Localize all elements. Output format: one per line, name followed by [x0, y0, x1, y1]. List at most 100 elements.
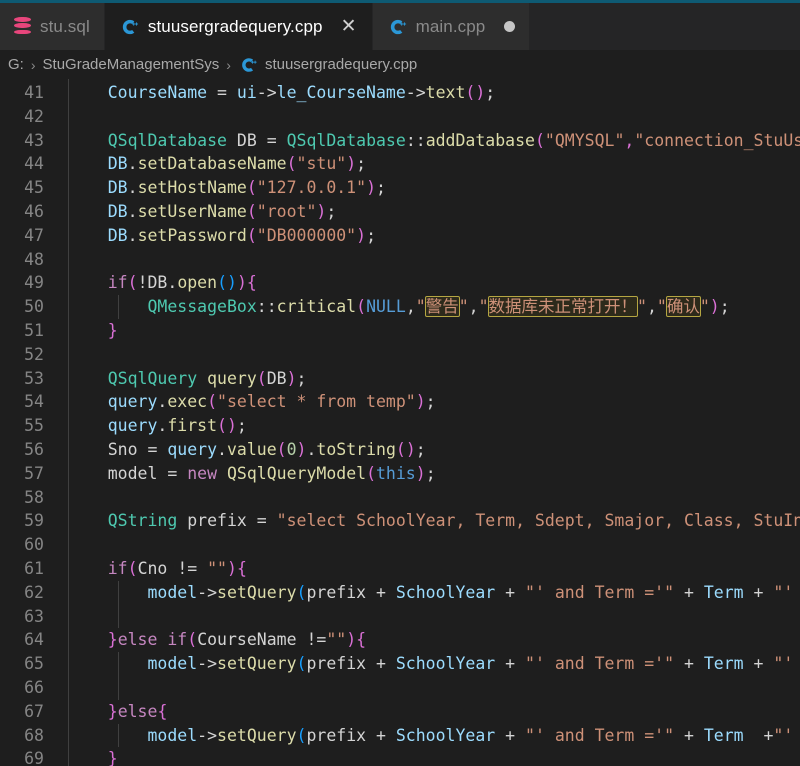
- line-number: 42: [24, 106, 44, 126]
- code-line[interactable]: 46 DB.setUserName("root");: [0, 200, 800, 224]
- code-line[interactable]: 50 QMessageBox::critical(NULL,"警告","数据库未…: [0, 295, 800, 319]
- code-token: ): [227, 273, 237, 293]
- code-token: Term: [703, 654, 744, 674]
- code-line[interactable]: 57 model = new QSqlQueryModel(this);: [0, 462, 800, 486]
- editor-tab-main-cpp[interactable]: main.cpp: [372, 3, 531, 50]
- code-token: setHostName: [137, 178, 247, 198]
- code-content[interactable]: 41 CourseName = ui->le_CourseName->text(…: [0, 79, 800, 766]
- highlighted-string-literal: 确认: [665, 296, 701, 318]
- code-line[interactable]: 55 query.first();: [0, 414, 800, 438]
- code-token: setPassword: [137, 225, 247, 245]
- code-line[interactable]: 45 DB.setHostName("127.0.0.1");: [0, 176, 800, 200]
- code-text[interactable]: QSqlQuery query(DB);: [58, 367, 800, 391]
- code-token: if: [167, 630, 188, 650]
- code-line[interactable]: 49 if(!DB.open()){: [0, 271, 800, 295]
- code-token: prefix: [306, 654, 376, 674]
- code-line[interactable]: 43 QSqlDatabase DB = QSqlDatabase::addDa…: [0, 129, 800, 153]
- code-text[interactable]: query.first();: [58, 414, 800, 438]
- code-editor[interactable]: 41 CourseName = ui->le_CourseName->text(…: [0, 79, 800, 766]
- code-token: (: [217, 416, 227, 436]
- code-text[interactable]: QSqlDatabase DB = QSqlDatabase::addDatab…: [58, 129, 800, 153]
- code-token: "DB000000": [256, 225, 357, 245]
- code-line[interactable]: 59 QString prefix = "select SchoolYear, …: [0, 509, 800, 533]
- code-token: (: [286, 154, 297, 174]
- code-token: ): [475, 83, 486, 102]
- code-line[interactable]: 48: [0, 248, 800, 272]
- code-text[interactable]: DB.setDatabaseName("stu");: [58, 152, 800, 176]
- code-line[interactable]: 54 query.exec("select * from temp");: [0, 390, 800, 414]
- code-text[interactable]: }else{: [58, 700, 800, 724]
- code-line[interactable]: 60: [0, 533, 800, 557]
- code-token: "connection_StuUser: [634, 130, 800, 150]
- code-line[interactable]: 58: [0, 486, 800, 510]
- code-text[interactable]: model->setQuery(prefix + SchoolYear + "'…: [58, 581, 800, 605]
- code-token: DB: [107, 178, 128, 198]
- code-token: Sno: [107, 439, 148, 459]
- editor-tab-stuusergradequery-cpp[interactable]: stuusergradequery.cpp ✕: [104, 0, 373, 50]
- unsaved-changes-icon[interactable]: [504, 21, 516, 32]
- code-line[interactable]: 67 }else{: [0, 700, 800, 724]
- code-text[interactable]: }: [58, 747, 800, 766]
- code-line[interactable]: 44 DB.setDatabaseName("stu");: [0, 152, 800, 176]
- code-token: ,: [646, 297, 657, 317]
- code-line[interactable]: 56 Sno = query.value(0).toString();: [0, 438, 800, 462]
- code-line[interactable]: 61 if(Cno != ""){: [0, 557, 800, 581]
- code-text[interactable]: if(!DB.open()){: [58, 271, 800, 295]
- tab-label: stu.sql: [40, 16, 90, 36]
- code-line[interactable]: 62 model->setQuery(prefix + SchoolYear +…: [0, 581, 800, 605]
- code-text[interactable]: if(Cno != ""){: [58, 557, 800, 581]
- code-text[interactable]: CourseName = ui->le_CourseName->text();: [58, 81, 800, 105]
- code-token: ): [346, 630, 357, 650]
- line-number: 48: [24, 249, 44, 269]
- code-token: 0: [286, 439, 297, 459]
- code-text[interactable]: QMessageBox::critical(NULL,"警告","数据库未正常打…: [58, 295, 800, 319]
- code-token: NULL: [366, 297, 406, 317]
- code-text[interactable]: }else if(CourseName !=""){: [58, 628, 800, 652]
- breadcrumb-item-1[interactable]: StuGradeManagementSys: [43, 56, 220, 73]
- code-text[interactable]: model = new QSqlQueryModel(this);: [58, 462, 800, 486]
- code-text[interactable]: DB.setHostName("127.0.0.1");: [58, 176, 800, 200]
- code-line[interactable]: 63: [0, 605, 800, 629]
- code-line[interactable]: 69 }: [0, 747, 800, 766]
- editor-tab-stu-sql[interactable]: stu.sql: [0, 3, 105, 50]
- code-token: ;: [326, 201, 337, 221]
- code-token: this: [376, 463, 416, 483]
- code-text[interactable]: query.exec("select * from temp");: [58, 390, 800, 414]
- breadcrumb-item-0[interactable]: G:: [8, 56, 24, 73]
- code-line[interactable]: 68 model->setQuery(prefix + SchoolYear +…: [0, 724, 800, 748]
- line-number: 65: [24, 654, 44, 674]
- code-token: +: [376, 725, 396, 745]
- code-text[interactable]: DB.setUserName("root");: [58, 200, 800, 224]
- code-line[interactable]: 53 QSqlQuery query(DB);: [0, 367, 800, 391]
- code-token: query: [107, 416, 158, 436]
- breadcrumb-item-label: G:: [8, 56, 24, 73]
- code-line[interactable]: 66: [0, 676, 800, 700]
- code-text[interactable]: DB.setPassword("DB000000");: [58, 224, 800, 248]
- code-line[interactable]: 65 model->setQuery(prefix + SchoolYear +…: [0, 652, 800, 676]
- code-token: first: [167, 416, 218, 436]
- code-text[interactable]: model->setQuery(prefix + SchoolYear + "'…: [58, 724, 800, 748]
- code-text[interactable]: model->setQuery(prefix + SchoolYear + "'…: [58, 652, 800, 676]
- code-token: ): [356, 225, 367, 245]
- code-token: !=: [306, 630, 327, 650]
- code-line[interactable]: 52: [0, 343, 800, 367]
- code-text[interactable]: Sno = query.value(0).toString();: [58, 438, 800, 462]
- line-number: 63: [24, 606, 44, 626]
- code-token: query: [107, 392, 158, 412]
- code-token: SchoolYear: [395, 582, 506, 602]
- code-token: {: [157, 701, 168, 721]
- breadcrumb-item-2[interactable]: stuusergradequery.cpp: [238, 55, 417, 75]
- code-line[interactable]: 51 }: [0, 319, 800, 343]
- code-line[interactable]: 64 }else if(CourseName !=""){: [0, 628, 800, 652]
- code-line[interactable]: 42: [0, 105, 800, 129]
- code-line[interactable]: 47 DB.setPassword("DB000000");: [0, 224, 800, 248]
- code-token: model: [147, 654, 198, 674]
- code-token: "stu": [296, 154, 347, 174]
- code-token: toString: [316, 439, 396, 459]
- code-text[interactable]: }: [58, 319, 800, 343]
- code-token: ;: [366, 225, 376, 245]
- code-line[interactable]: 41 CourseName = ui->le_CourseName->text(…: [0, 81, 800, 105]
- close-icon[interactable]: ✕: [340, 17, 358, 36]
- code-text[interactable]: QString prefix = "select SchoolYear, Ter…: [58, 509, 800, 533]
- line-number: 49: [24, 273, 44, 293]
